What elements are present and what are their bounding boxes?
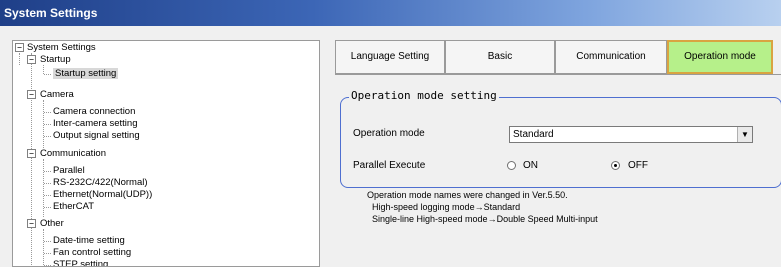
note-line: High-speed logging mode→Standard	[372, 202, 521, 212]
tree-item-inter-camera-setting[interactable]: Inter-camera setting	[53, 118, 137, 130]
tree-connector	[44, 241, 51, 242]
tree-item-startup[interactable]: Startup	[40, 54, 71, 66]
tree-item-fan-control-setting[interactable]: Fan control setting	[53, 247, 131, 259]
tab-basic[interactable]: Basic	[445, 40, 555, 74]
tree-item-parallel[interactable]: Parallel	[53, 165, 85, 177]
operation-mode-value: Standard	[513, 129, 554, 140]
tab-operation-mode[interactable]: Operation mode	[667, 40, 773, 74]
tree-connector	[43, 65, 44, 74]
window-title: System Settings	[0, 0, 781, 26]
tree-item-rs232c[interactable]: RS-232C/422(Normal)	[53, 177, 148, 189]
tree-connector	[43, 229, 44, 266]
tab-bar: Language Setting Basic Communication Ope…	[335, 40, 781, 74]
note-line: Single-line High-speed mode→Double Speed…	[372, 214, 598, 224]
tree-connector	[44, 171, 51, 172]
expand-collapse-icon[interactable]: −	[27, 90, 36, 99]
work-area: − System Settings − Startup Startup sett…	[0, 26, 781, 267]
tree-connector	[44, 74, 51, 75]
tab-language-setting[interactable]: Language Setting	[335, 40, 445, 74]
settings-panel: Language Setting Basic Communication Ope…	[335, 40, 781, 267]
expand-collapse-icon[interactable]: −	[27, 219, 36, 228]
tree-item-step-setting[interactable]: STEP setting	[53, 259, 108, 266]
tree-item-startup-setting[interactable]: Startup setting	[53, 68, 119, 80]
expand-collapse-icon[interactable]: −	[27, 149, 36, 158]
tree-item-output-signal-setting[interactable]: Output signal setting	[53, 130, 140, 142]
tree-connector	[44, 124, 51, 125]
tree-item-communication[interactable]: Communication	[40, 148, 106, 160]
parallel-execute-label: Parallel Execute	[353, 160, 426, 171]
tree-item-label: Startup setting	[53, 68, 119, 79]
tree-item-camera[interactable]: Camera	[40, 89, 74, 101]
tree-connector	[31, 53, 32, 265]
expand-collapse-icon[interactable]: −	[27, 55, 36, 64]
radio-on-label[interactable]: ON	[523, 160, 538, 171]
tree-item-system-settings[interactable]: System Settings	[27, 42, 96, 54]
operation-mode-select[interactable]: Standard ▼	[509, 126, 753, 143]
operation-mode-label: Operation mode	[353, 128, 425, 139]
tree-item-camera-connection[interactable]: Camera connection	[53, 106, 135, 118]
tree-connector	[43, 159, 44, 217]
tree-connector	[19, 53, 20, 65]
tab-communication[interactable]: Communication	[555, 40, 667, 74]
tree-item-ethercat[interactable]: EtherCAT	[53, 201, 94, 213]
operation-mode-group: Operation mode setting Operation mode St…	[340, 89, 781, 188]
tree-connector	[44, 136, 51, 137]
tree-connector	[44, 195, 51, 196]
dropdown-arrow-icon[interactable]: ▼	[737, 127, 752, 142]
tree-item-other[interactable]: Other	[40, 218, 64, 230]
tree-connector	[44, 207, 51, 208]
tree-connector	[44, 265, 51, 266]
radio-on[interactable]	[507, 161, 516, 170]
expand-collapse-icon[interactable]: −	[15, 43, 24, 52]
tree-connector	[44, 253, 51, 254]
tree-connector	[44, 183, 51, 184]
note-line: Operation mode names were changed in Ver…	[367, 190, 568, 200]
radio-off-label[interactable]: OFF	[628, 160, 648, 171]
tab-divider	[335, 74, 781, 75]
radio-off[interactable]	[611, 161, 620, 170]
settings-tree[interactable]: − System Settings − Startup Startup sett…	[12, 40, 320, 267]
tree-item-ethernet[interactable]: Ethernet(Normal(UDP))	[53, 189, 152, 201]
tree-connector	[44, 112, 51, 113]
group-title: Operation mode setting	[349, 89, 499, 102]
tree-item-date-time-setting[interactable]: Date-time setting	[53, 235, 125, 247]
